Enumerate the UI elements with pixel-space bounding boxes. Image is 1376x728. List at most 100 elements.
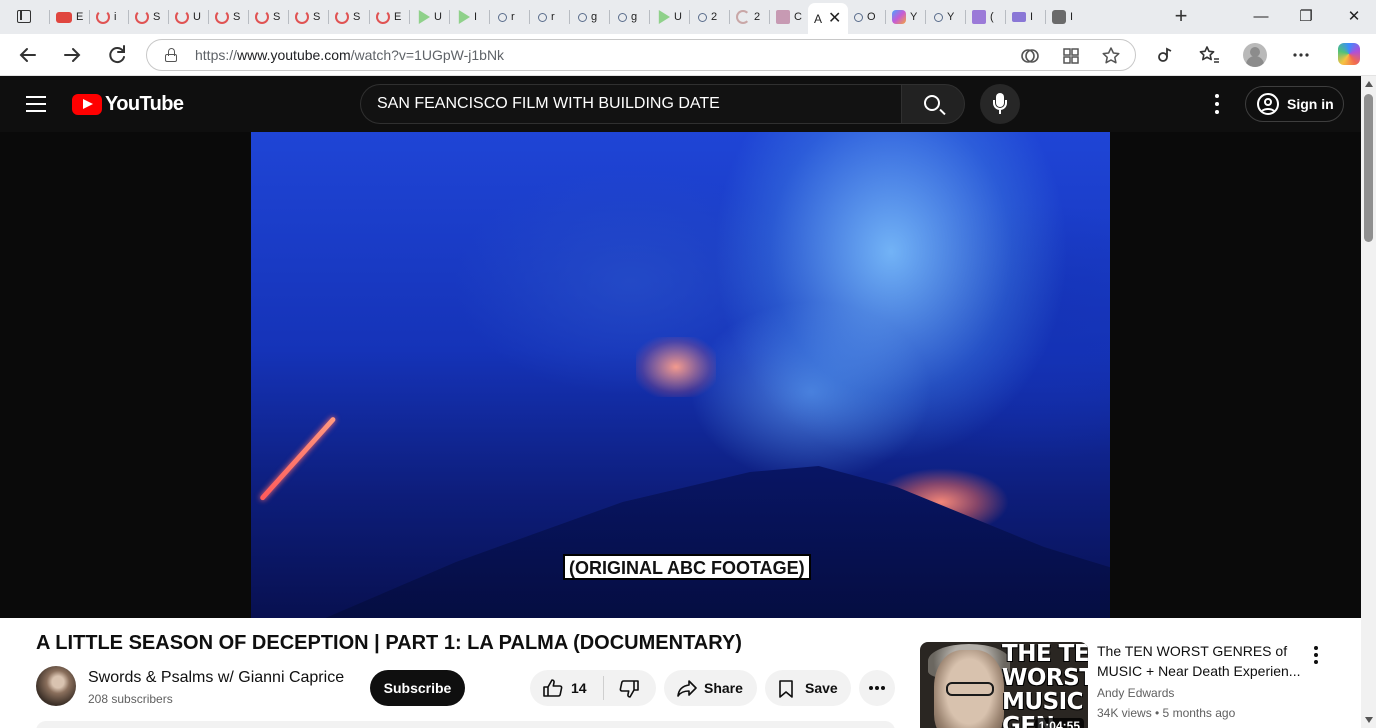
browser-tab[interactable]: S (211, 5, 251, 29)
menu-icon[interactable] (26, 96, 46, 112)
restore-button[interactable]: ❐ (1291, 6, 1321, 28)
read-aloud-icon[interactable] (1019, 45, 1041, 67)
browser-tab[interactable]: C (772, 5, 812, 29)
browser-tab[interactable]: ( (968, 5, 1008, 29)
browser-tab[interactable]: O (848, 5, 888, 29)
browser-tab[interactable]: r (532, 5, 572, 29)
tab-favicon-icon (538, 12, 547, 22)
share-button[interactable]: Share (664, 670, 757, 706)
subscribe-button[interactable]: Subscribe (370, 670, 465, 706)
tab-label: U (193, 11, 201, 23)
account-icon (1257, 93, 1279, 115)
thumbs-down-icon (619, 680, 639, 698)
tab-strip: Ei S U S S S S E U Ir r g g U 2 2 C O Y Y (I I A ✕ + — ❐ ✕ (0, 0, 1376, 34)
favorites-icon[interactable] (1196, 42, 1222, 68)
more-menu-icon[interactable] (1288, 42, 1314, 68)
browser-tab[interactable]: Y (928, 5, 968, 29)
browser-tab[interactable]: U (652, 5, 692, 29)
tab-favicon-icon (295, 10, 309, 24)
scroll-down-arrow-icon[interactable] (1365, 717, 1373, 723)
video-player[interactable]: (ORIGINAL ABC FOOTAGE) (251, 132, 1110, 618)
description-box[interactable] (36, 721, 895, 728)
page-scrollbar[interactable] (1361, 76, 1376, 728)
extensions-icon[interactable] (1152, 42, 1178, 68)
back-icon[interactable] (15, 42, 41, 68)
browser-tab[interactable]: U (171, 5, 211, 29)
tab-favicon-icon (418, 10, 430, 24)
tab-favicon-icon (1052, 10, 1066, 24)
browser-tab[interactable]: 2 (732, 5, 772, 29)
browser-tab[interactable]: g (572, 5, 612, 29)
channel-name[interactable]: Swords & Psalms w/ Gianni Caprice (88, 669, 344, 687)
browser-tab[interactable]: g (612, 5, 652, 29)
sign-in-button[interactable]: Sign in (1245, 86, 1344, 122)
browser-tab[interactable]: Y (888, 5, 928, 29)
browser-tab[interactable]: E (52, 5, 92, 29)
tab-favicon-icon (96, 10, 110, 24)
browser-tab[interactable]: I (452, 5, 492, 29)
browser-tab[interactable]: 2 (692, 5, 732, 29)
browser-tab[interactable]: I (1008, 5, 1048, 29)
browser-tab[interactable]: S (291, 5, 331, 29)
browser-tab[interactable]: i (92, 5, 132, 29)
tab-label: O (867, 11, 876, 23)
related-video-title[interactable]: The TEN WORST GENRES of MUSIC + Near Dea… (1097, 641, 1307, 681)
browser-tab[interactable]: S (251, 5, 291, 29)
tab-separator (1005, 10, 1006, 24)
lava-flow (259, 416, 337, 502)
refresh-icon[interactable] (104, 42, 130, 68)
search-query[interactable]: SAN FEANCISCO FILM WITH BUILDING DATE (377, 95, 720, 113)
sign-in-label: Sign in (1287, 96, 1334, 112)
minimize-button[interactable]: — (1246, 6, 1276, 28)
forward-icon[interactable] (59, 42, 85, 68)
youtube-logo[interactable]: YouTube (72, 93, 184, 116)
tab-label: E (394, 11, 402, 23)
window-close-button[interactable]: ✕ (1339, 6, 1369, 28)
tab-favicon-icon (972, 10, 986, 24)
new-tab-button[interactable]: + (1170, 5, 1192, 27)
tab-active[interactable]: A ✕ (808, 3, 848, 34)
tab-favicon-icon (1012, 12, 1026, 22)
tab-label: ( (990, 11, 994, 23)
tab-actions-icon[interactable] (17, 10, 31, 23)
profile-avatar[interactable] (1243, 43, 1267, 67)
voice-search-button[interactable] (980, 84, 1020, 124)
browser-tab[interactable]: S (131, 5, 171, 29)
save-button[interactable]: Save (765, 670, 851, 706)
player-container: (ORIGINAL ABC FOOTAGE) (0, 132, 1361, 618)
tab-separator (49, 10, 50, 24)
tab-favicon-icon (255, 10, 269, 24)
apps-icon[interactable] (1060, 45, 1082, 67)
related-video-meta: 34K views • 5 months ago (1097, 706, 1236, 720)
tab-separator (1045, 10, 1046, 24)
copilot-icon[interactable] (1338, 43, 1360, 65)
related-video-channel[interactable]: Andy Edwards (1097, 686, 1174, 700)
lock-icon[interactable] (165, 48, 177, 62)
like-button[interactable]: 14 (530, 670, 603, 706)
channel-avatar[interactable] (36, 666, 76, 706)
dislike-button[interactable] (604, 670, 656, 706)
browser-tab[interactable]: U (412, 5, 452, 29)
address-bar[interactable]: https://www.youtube.com/watch?v=1UGpW-j1… (146, 39, 1136, 71)
thumbnail-glasses (946, 682, 994, 696)
url-text[interactable]: https://www.youtube.com/watch?v=1UGpW-j1… (195, 47, 504, 63)
browser-tab[interactable]: r (492, 5, 532, 29)
scroll-up-arrow-icon[interactable] (1365, 81, 1373, 87)
settings-kebab-icon[interactable] (1208, 93, 1224, 115)
tab-label: E (76, 11, 84, 23)
youtube-logo-text: YouTube (105, 93, 184, 115)
related-video-menu-icon[interactable] (1308, 644, 1324, 666)
thumbs-up-icon (543, 679, 563, 697)
related-video-thumbnail[interactable]: THE TEN WORST MUSIC GEN 1:04:55 (920, 642, 1088, 728)
browser-tab[interactable]: I (1048, 5, 1088, 29)
more-actions-button[interactable] (859, 670, 895, 706)
search-input[interactable]: SAN FEANCISCO FILM WITH BUILDING DATE (360, 84, 902, 124)
tab-label: S (313, 11, 321, 23)
browser-tab[interactable]: E (372, 5, 412, 29)
tab-separator (409, 10, 410, 24)
browser-tab[interactable]: S (331, 5, 371, 29)
favorite-star-icon[interactable] (1100, 45, 1122, 67)
close-icon[interactable]: ✕ (828, 10, 841, 27)
search-button[interactable] (901, 84, 965, 124)
scrollbar-thumb[interactable] (1364, 94, 1373, 242)
